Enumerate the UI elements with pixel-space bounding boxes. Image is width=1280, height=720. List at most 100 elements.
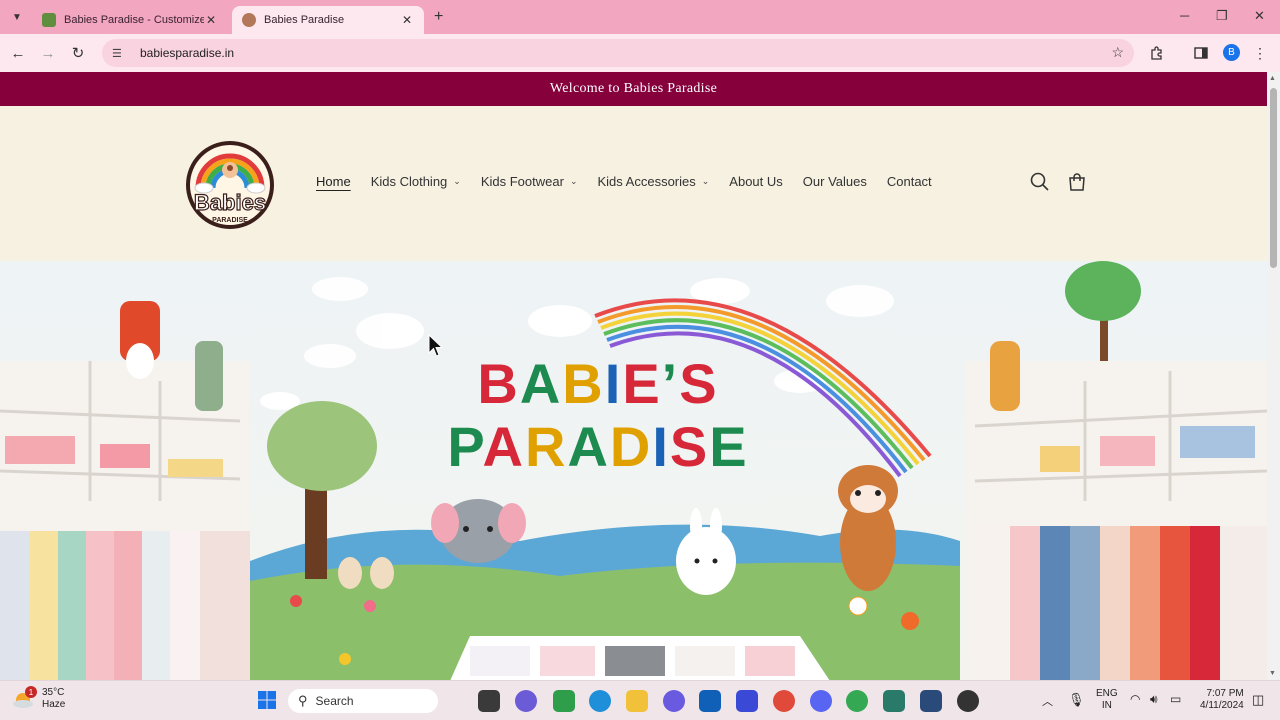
edge-browser-icon[interactable] bbox=[589, 690, 611, 712]
page-scrollbar[interactable]: ▲ ▼ bbox=[1267, 72, 1280, 680]
hero-title-line1: BABIE’S bbox=[477, 352, 718, 415]
close-window-icon[interactable]: ✕ bbox=[1254, 8, 1265, 24]
new-tab-plus-icon[interactable]: + bbox=[434, 8, 443, 26]
hero-letter: A bbox=[567, 415, 609, 478]
teams-chat-icon[interactable] bbox=[515, 690, 537, 712]
file-explorer-icon[interactable] bbox=[626, 690, 648, 712]
back-arrow-icon[interactable]: ← bbox=[8, 43, 28, 63]
clock-time: 7:07 PM bbox=[1206, 688, 1244, 699]
site-info-icon[interactable]: ☰ bbox=[112, 47, 128, 60]
mouse-cursor-icon bbox=[428, 333, 444, 363]
nav-label: Contact bbox=[886, 174, 932, 189]
taskbar-search[interactable]: ⚲ Search bbox=[288, 689, 438, 713]
profile-avatar[interactable]: B bbox=[1223, 44, 1240, 61]
url-text: babiesparadise.in bbox=[140, 46, 235, 60]
nav-contact[interactable]: Contact bbox=[887, 174, 932, 189]
weather-badge: 1 bbox=[25, 686, 37, 698]
weather-widget[interactable]: 1 35°C Haze bbox=[12, 686, 66, 711]
tab-search-chevron-icon[interactable]: ▼ bbox=[8, 8, 26, 26]
outlook-icon[interactable] bbox=[699, 690, 721, 712]
hero-letter: P bbox=[447, 415, 483, 478]
announcement-bar: Welcome to Babies Paradise bbox=[0, 72, 1267, 106]
windows-start-icon[interactable] bbox=[257, 690, 277, 710]
nav-label: Kids Accessories bbox=[597, 174, 696, 189]
reload-icon[interactable]: ↻ bbox=[68, 43, 88, 63]
tray-chevron-up-icon[interactable]: ︿ bbox=[1042, 693, 1053, 709]
language-indicator[interactable]: ENG IN bbox=[1096, 688, 1118, 712]
address-bar[interactable]: ☰ babiesparadise.in ☆ bbox=[102, 39, 1134, 67]
side-panel-icon[interactable] bbox=[1191, 43, 1211, 63]
lang-line2: IN bbox=[1101, 700, 1112, 711]
chrome-icon[interactable] bbox=[773, 690, 795, 712]
app-icon[interactable] bbox=[736, 690, 758, 712]
svg-text:PARADISE: PARADISE bbox=[212, 217, 248, 224]
site-favicon-icon bbox=[242, 13, 256, 27]
chevron-down-icon: ⌄ bbox=[569, 176, 578, 186]
battery-icon[interactable]: ▭ bbox=[1170, 692, 1181, 706]
extensions-puzzle-icon[interactable] bbox=[1147, 43, 1167, 63]
bookmark-star-icon[interactable]: ☆ bbox=[1111, 44, 1124, 61]
nav-label: About Us bbox=[729, 174, 783, 189]
scroll-up-arrow-icon[interactable]: ▲ bbox=[1269, 75, 1276, 82]
chevron-down-icon: ⌄ bbox=[453, 176, 461, 186]
copilot-icon[interactable] bbox=[663, 690, 685, 712]
more-menu-icon[interactable]: ⋮ bbox=[1250, 43, 1270, 63]
task-view-icon[interactable] bbox=[478, 690, 500, 712]
hero-letter: A bbox=[520, 352, 562, 415]
browser-tab-babies-paradise[interactable]: Babies Paradise ✕ bbox=[232, 6, 424, 34]
taskbar-search-label: Search bbox=[315, 694, 354, 708]
browser-toolbar: ← → ↻ ☰ babiesparadise.in ☆ ⋮ bbox=[0, 34, 1280, 72]
hero-letter: E bbox=[622, 352, 661, 415]
hero-letter: I bbox=[605, 352, 623, 415]
weather-sun-icon: 1 bbox=[12, 686, 37, 710]
search-icon[interactable] bbox=[1029, 171, 1051, 193]
volume-icon[interactable]: 🔊︎ bbox=[1150, 692, 1158, 707]
vscode-icon[interactable] bbox=[920, 690, 942, 712]
nav-kids-clothing[interactable]: Kids Clothing ⌄ bbox=[371, 174, 461, 189]
app-settings-icon[interactable] bbox=[957, 690, 979, 712]
site-header: Babies PARADISE Home Kids Clothing ⌄ Kids… bbox=[0, 106, 1267, 261]
hero-letter: B bbox=[562, 352, 604, 415]
nav-kids-accessories[interactable]: Kids Accessories ⌄ bbox=[597, 174, 709, 189]
browser-tab-strip: ▼ Babies Paradise - Customize Cr ✕ Babie… bbox=[0, 0, 1280, 34]
nav-our-values[interactable]: Our Values bbox=[803, 174, 867, 189]
nav-label: Home bbox=[316, 174, 351, 189]
wifi-icon[interactable]: ◠ bbox=[1130, 692, 1140, 706]
nav-home[interactable]: Home bbox=[316, 174, 351, 189]
scrollbar-thumb[interactable] bbox=[1270, 88, 1277, 268]
tab-title: Babies Paradise bbox=[264, 14, 345, 26]
nav-about-us[interactable]: About Us bbox=[729, 174, 782, 189]
page-viewport: Welcome to Babies Paradise Babies PARADI… bbox=[0, 72, 1267, 680]
weather-desc: Haze bbox=[42, 699, 66, 710]
app-active-icon[interactable] bbox=[883, 690, 905, 712]
microphone-icon[interactable]: 🎙︎ bbox=[1068, 692, 1085, 708]
nav-label: Our Values bbox=[802, 174, 867, 189]
babies-paradise-logo[interactable]: Babies PARADISE bbox=[182, 140, 278, 230]
hero-letter: A bbox=[483, 415, 525, 478]
clock[interactable]: 7:07 PM 4/11/2024 bbox=[1200, 688, 1244, 712]
scroll-down-arrow-icon[interactable]: ▼ bbox=[1269, 670, 1276, 677]
chrome-profile-icon[interactable] bbox=[846, 690, 868, 712]
nav-kids-footwear[interactable]: Kids Footwear ⌄ bbox=[481, 174, 578, 189]
nav-label: Kids Footwear bbox=[480, 174, 564, 189]
hero-banner-image[interactable]: BABIE’S PARADISE bbox=[0, 261, 1267, 680]
chevron-down-icon: ⌄ bbox=[701, 176, 710, 186]
weather-temp: 35°C bbox=[42, 687, 65, 698]
svg-text:Babies: Babies bbox=[194, 190, 266, 215]
hero-letter: ’ bbox=[662, 352, 680, 415]
hero-letter: D bbox=[610, 415, 652, 478]
forward-arrow-icon[interactable]: → bbox=[38, 43, 58, 63]
minimize-icon[interactable]: ─ bbox=[1180, 8, 1189, 23]
close-tab-icon[interactable]: ✕ bbox=[204, 13, 218, 27]
discord-icon[interactable] bbox=[810, 690, 832, 712]
hero-letter: S bbox=[679, 352, 718, 415]
search-icon: ⚲ bbox=[298, 693, 308, 708]
cart-bag-icon[interactable] bbox=[1066, 171, 1088, 193]
notifications-icon[interactable]: ◫ bbox=[1252, 692, 1264, 708]
close-tab-icon[interactable]: ✕ bbox=[400, 13, 414, 27]
restore-icon[interactable]: ❐ bbox=[1216, 8, 1228, 24]
xbox-app-icon[interactable] bbox=[553, 690, 575, 712]
hero-letter: S bbox=[670, 415, 709, 478]
browser-tab-customize[interactable]: Babies Paradise - Customize Cr ✕ bbox=[32, 6, 228, 34]
hero-title-line2: PARADISE bbox=[447, 415, 748, 478]
